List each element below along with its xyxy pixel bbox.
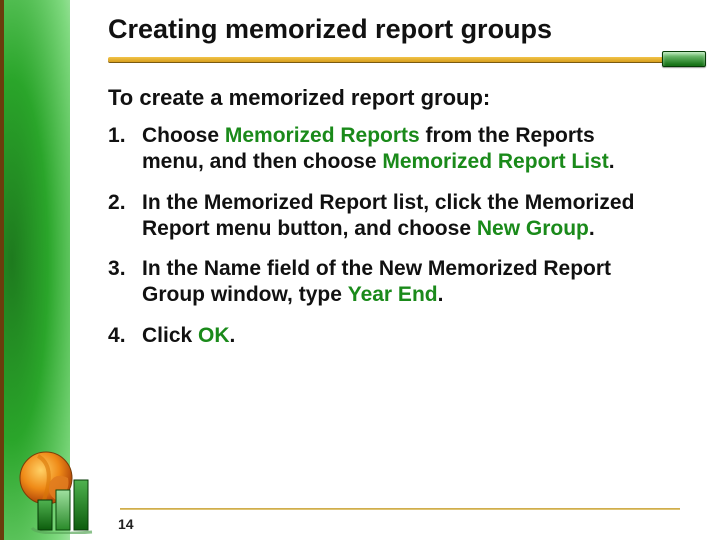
- step-keyword: Memorized Reports: [225, 124, 420, 147]
- step-text: Choose: [142, 124, 225, 147]
- step-keyword: Memorized Report List: [382, 150, 608, 173]
- content-area: Creating memorized report groups To crea…: [108, 14, 700, 363]
- step-item: In the Name field of the New Memorized R…: [108, 256, 648, 309]
- intro-text: To create a memorized report group:: [108, 85, 700, 111]
- step-text: .: [230, 324, 236, 347]
- step-keyword: Year End: [348, 283, 438, 306]
- corner-chart-icon: [8, 444, 108, 534]
- step-keyword: New Group: [477, 217, 589, 240]
- green-cap: [662, 51, 706, 67]
- step-text: Click: [142, 324, 198, 347]
- slide-title: Creating memorized report groups: [108, 14, 700, 51]
- page-number: 14: [118, 516, 134, 532]
- step-text: .: [609, 150, 615, 173]
- gold-rule: [108, 57, 668, 62]
- title-rule: [108, 53, 700, 67]
- left-edge: [0, 0, 4, 540]
- step-item: Click OK.: [108, 323, 648, 349]
- step-text: .: [589, 217, 595, 240]
- step-item: In the Memorized Report list, click the …: [108, 190, 648, 243]
- footer-rule: [120, 508, 680, 510]
- step-item: Choose Memorized Reports from the Report…: [108, 123, 648, 176]
- step-keyword: OK: [198, 324, 230, 347]
- slide: Creating memorized report groups To crea…: [0, 0, 720, 540]
- step-text: .: [438, 283, 444, 306]
- steps-list: Choose Memorized Reports from the Report…: [108, 123, 700, 349]
